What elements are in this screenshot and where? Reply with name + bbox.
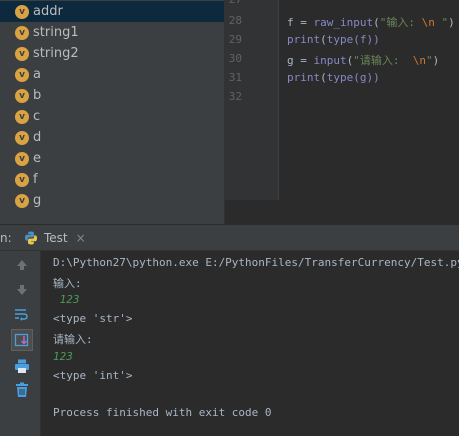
run-tab-test[interactable]: Test × [16,225,90,251]
variable-item[interactable]: v string2 [0,43,224,64]
variable-item[interactable]: v f [0,169,224,190]
print-icon[interactable] [11,355,33,377]
variable-name: d [33,130,42,145]
console-line: Process finished with exit code 0 [53,406,272,419]
arrow-up-icon[interactable] [11,254,33,276]
variable-name: string1 [33,25,79,40]
console-line: <type 'str'> [53,312,133,325]
variable-icon: v [15,151,29,166]
editor-gutter: 27 28 29 30 31 32 [225,0,278,200]
variable-icon: v [15,67,29,82]
variable-name: c [33,109,41,124]
python-icon [25,231,37,245]
variable-icon: v [15,193,29,208]
variable-name: e [33,151,41,166]
soft-wrap-icon[interactable] [11,303,33,325]
variable-icon: v [15,172,29,187]
code-line: g = input("请输入: \n") [287,54,440,67]
variable-item[interactable]: v a [0,64,224,85]
variable-name: b [33,88,42,103]
code-line: f = raw_input("输入: \n ") [287,16,455,29]
line-number: 32 [228,90,242,103]
variable-icon: v [15,46,29,61]
variable-item[interactable]: v d [0,127,224,148]
variable-name: a [33,67,41,82]
scroll-to-end-icon[interactable] [11,329,33,351]
run-tool-label: n: [0,231,12,245]
variable-item[interactable]: v addr [0,1,224,22]
variable-item[interactable]: v g [0,190,224,211]
line-number: 27 [222,0,242,6]
code-line: print(type(g)) [287,71,380,84]
variable-item[interactable]: v c [0,106,224,127]
variable-item[interactable]: v b [0,85,224,106]
editor-footer [225,200,459,224]
console-line: D:\Python27\python.exe E:/PythonFiles/Tr… [53,256,459,269]
variable-icon: v [15,88,29,103]
console-output[interactable]: D:\Python27\python.exe E:/PythonFiles/Tr… [41,251,459,436]
variable-item[interactable]: v string1 [0,22,224,43]
arrow-down-icon[interactable] [11,279,33,301]
line-number: 30 [228,52,242,65]
variable-icon: v [15,25,29,40]
variable-name: addr [33,4,63,19]
run-toolbar [0,251,41,436]
line-number: 31 [228,71,242,84]
console-line: <type 'int'> [53,369,133,382]
variable-item[interactable]: v e [0,148,224,169]
trash-icon[interactable] [11,379,33,401]
variable-name: g [33,193,42,208]
variable-icon: v [15,4,29,19]
line-number: 28 [228,14,242,27]
variable-icon: v [15,130,29,145]
variable-name: f [33,172,38,187]
variables-panel: v addr v string1 v string2 v a v b v c v… [0,0,224,224]
variable-name: string2 [33,46,79,61]
line-number: 29 [228,33,242,46]
console-user-input: 123 [53,293,80,306]
console-line: 输入: [53,277,82,290]
code-line: print(type(f)) [287,33,380,46]
console-line: 请输入: [53,333,93,346]
variable-icon: v [15,109,29,124]
code-editor[interactable]: f = raw_input("输入: \n ") print(type(f)) … [279,0,459,200]
close-icon[interactable]: × [76,231,86,245]
run-tab-bar: n: Test × [0,224,459,251]
tab-label: Test [44,231,68,245]
console-user-input: 123 [53,350,73,363]
